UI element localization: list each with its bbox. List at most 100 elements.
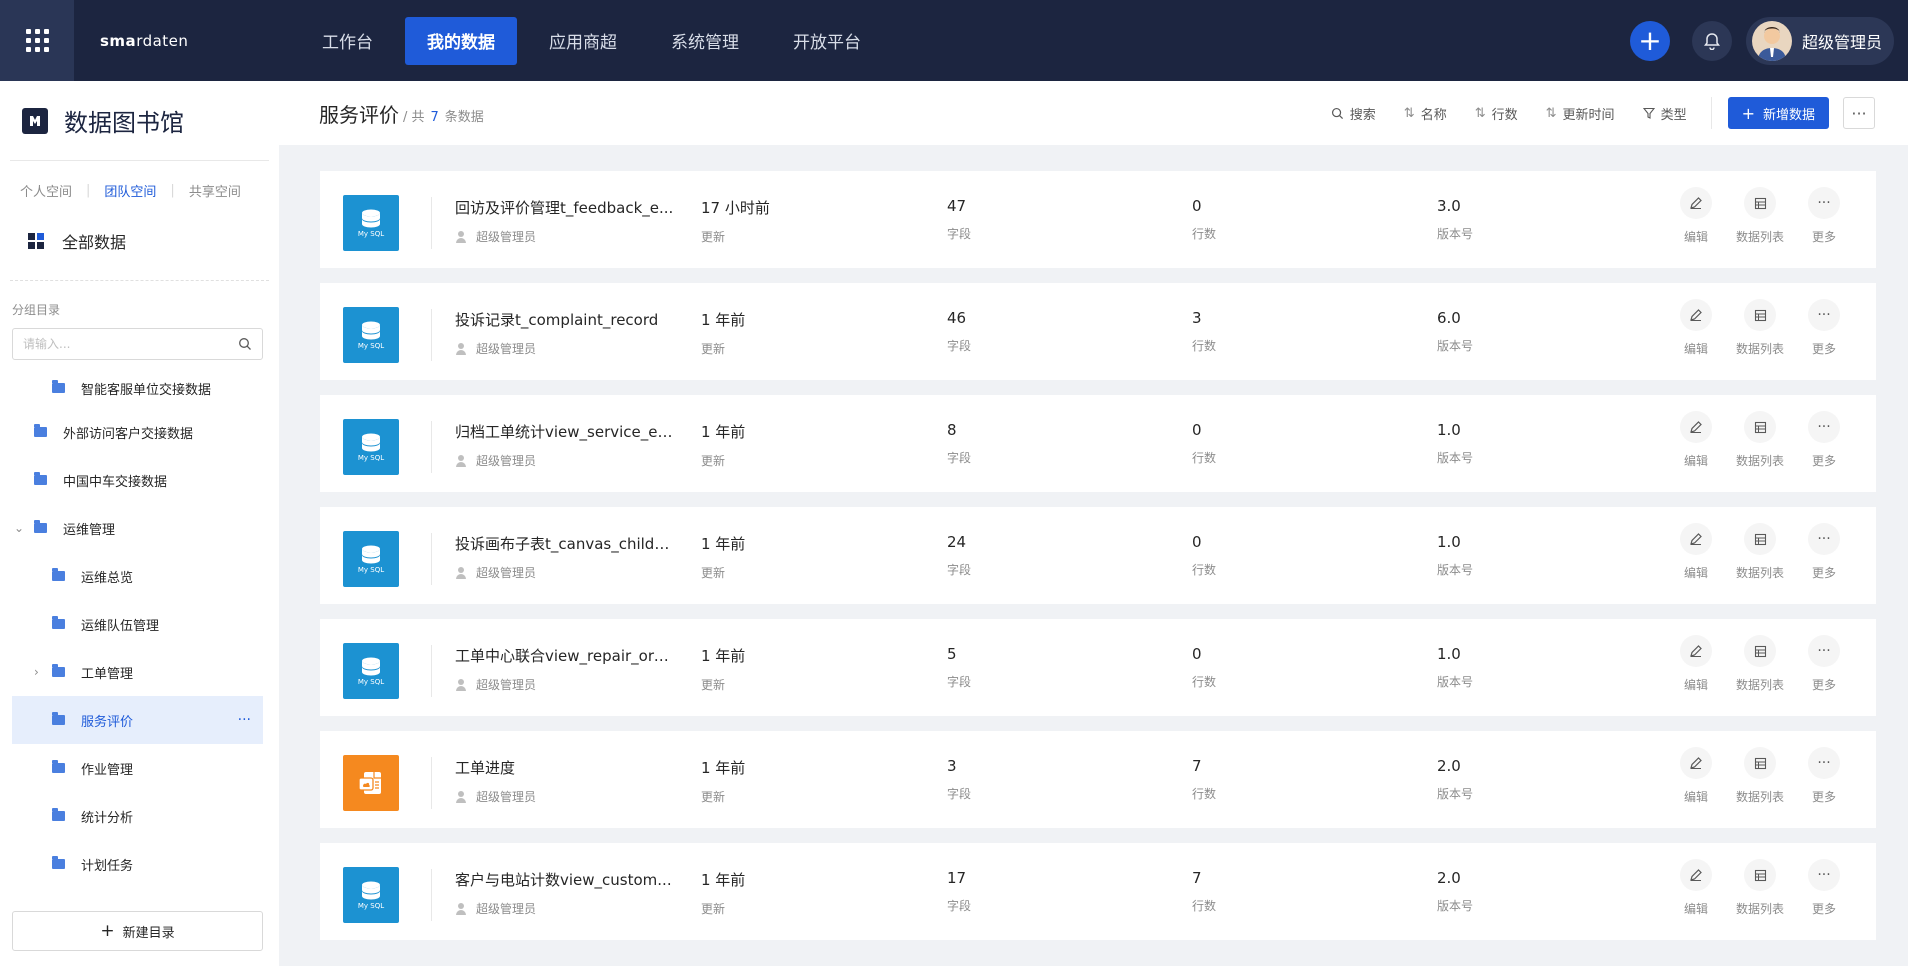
- svg-text:My SQL: My SQL: [358, 454, 384, 462]
- record-count: / 共 7 条数据: [403, 109, 484, 125]
- new-directory-button[interactable]: + 新建目录: [12, 911, 263, 951]
- svg-text:My SQL: My SQL: [358, 230, 384, 238]
- list-item[interactable]: My SQL 投诉记录t_complaint_record 超级管理员 1 年前…: [320, 283, 1876, 380]
- tree-item[interactable]: 运维队伍管理: [12, 600, 263, 648]
- edit-button[interactable]: 编辑: [1664, 523, 1728, 581]
- record-owner: 超级管理员: [476, 230, 537, 244]
- nav-item-app-store[interactable]: 应用商超: [527, 17, 639, 65]
- nav-item-system-admin[interactable]: 系统管理: [649, 17, 761, 65]
- more-dots-icon[interactable]: ···: [238, 712, 251, 728]
- mysql-database-icon[interactable]: My SQL: [343, 195, 399, 251]
- edit-button[interactable]: 编辑: [1664, 299, 1728, 357]
- more-button[interactable]: ··· 更多: [1792, 523, 1856, 581]
- sort-name-button[interactable]: ⇅ 名称: [1404, 104, 1447, 123]
- more-button[interactable]: ··· 更多: [1792, 411, 1856, 469]
- fields-cell: 8 字段: [947, 421, 971, 466]
- updated-cell: 1 年前 更新: [701, 645, 745, 693]
- fields-cell: 24 字段: [947, 533, 971, 578]
- mysql-database-icon[interactable]: My SQL: [343, 419, 399, 475]
- divider: [431, 421, 432, 473]
- mysql-database-icon[interactable]: My SQL: [343, 867, 399, 923]
- data-list-button[interactable]: 数据列表: [1728, 635, 1792, 693]
- row-actions: 编辑 数据列表 ··· 更多: [1664, 411, 1856, 469]
- list-item[interactable]: My SQL 回访及评价管理t_feedback_e... 超级管理员 17 小…: [320, 171, 1876, 268]
- tab-shared-space[interactable]: 共享空间: [189, 181, 241, 200]
- list-item[interactable]: My SQL 工单中心联合view_repair_ord... 超级管理员 1 …: [320, 619, 1876, 716]
- chevron-right-icon[interactable]: ›: [34, 665, 50, 679]
- search-button[interactable]: 搜索: [1331, 104, 1376, 123]
- mysql-database-icon[interactable]: My SQL: [343, 643, 399, 699]
- edit-button[interactable]: 编辑: [1664, 635, 1728, 693]
- edit-button[interactable]: 编辑: [1664, 747, 1728, 805]
- nav-item-workbench[interactable]: 工作台: [300, 17, 395, 65]
- list-item[interactable]: My SQL 投诉画布子表t_canvas_child_t... 超级管理员 1…: [320, 507, 1876, 604]
- tree-item[interactable]: 外部访问客户交接数据: [12, 408, 263, 456]
- folder-icon: [52, 664, 65, 677]
- create-plus-icon[interactable]: +: [1629, 20, 1670, 61]
- tree-item[interactable]: 作业管理: [12, 744, 263, 792]
- tree-item[interactable]: 计划任务: [12, 840, 263, 888]
- data-list-button[interactable]: 数据列表: [1728, 523, 1792, 581]
- file-icon[interactable]: [343, 755, 399, 811]
- tree-item[interactable]: ⌄ 运维管理: [12, 504, 263, 552]
- app-grid-icon[interactable]: [0, 0, 74, 81]
- list-item[interactable]: My SQL 归档工单统计view_service_ev... 超级管理员 1 …: [320, 395, 1876, 492]
- data-list-button[interactable]: 数据列表: [1728, 299, 1792, 357]
- add-data-button[interactable]: + 新增数据: [1727, 97, 1829, 129]
- more-button[interactable]: ··· 更多: [1792, 187, 1856, 245]
- data-list-button[interactable]: 数据列表: [1728, 187, 1792, 245]
- edit-button[interactable]: 编辑: [1664, 859, 1728, 917]
- sort-updated-button[interactable]: ⇅ 更新时间: [1546, 104, 1615, 123]
- data-list-label: 数据列表: [1735, 342, 1784, 356]
- rows-value: 7: [1192, 869, 1202, 887]
- fields-value: 17: [947, 869, 967, 887]
- search-icon[interactable]: [238, 337, 252, 351]
- record-name[interactable]: 回访及评价管理t_feedback_e...: [455, 197, 675, 218]
- tree-item[interactable]: 统计分析: [12, 792, 263, 840]
- mysql-database-icon[interactable]: My SQL: [343, 307, 399, 363]
- user-menu[interactable]: 超级管理员: [1745, 16, 1894, 65]
- tab-team-space[interactable]: 团队空间: [104, 181, 156, 200]
- record-name[interactable]: 工单进度: [455, 757, 675, 778]
- edit-button[interactable]: 编辑: [1664, 187, 1728, 245]
- list-item[interactable]: My SQL 客户与电站计数view_custom... 超级管理员 1 年前 …: [320, 843, 1876, 940]
- new-directory-label: 新建目录: [122, 925, 175, 941]
- version-value: 2.0: [1437, 757, 1461, 775]
- data-list-button[interactable]: 数据列表: [1728, 859, 1792, 917]
- more-button[interactable]: ··· 更多: [1792, 859, 1856, 917]
- bell-icon[interactable]: [1691, 20, 1732, 61]
- record-name[interactable]: 工单中心联合view_repair_ord...: [455, 645, 675, 666]
- all-data-item[interactable]: 全部数据: [0, 200, 279, 258]
- brand-logo[interactable]: smardaten: [100, 32, 290, 50]
- tree-item[interactable]: › 工单管理: [12, 648, 263, 696]
- tree-item[interactable]: 智能客服单位交接数据: [12, 368, 263, 408]
- mysql-database-icon[interactable]: My SQL: [343, 531, 399, 587]
- filter-type-button[interactable]: 类型: [1642, 104, 1687, 123]
- sort-rows-button[interactable]: ⇅ 行数: [1475, 104, 1518, 123]
- nav-item-open-platform[interactable]: 开放平台: [771, 17, 883, 65]
- record-name[interactable]: 客户与电站计数view_custom...: [455, 869, 675, 890]
- tab-personal-space[interactable]: 个人空间: [20, 181, 72, 200]
- tree-item[interactable]: 运维总览: [12, 552, 263, 600]
- more-button[interactable]: ··· 更多: [1792, 747, 1856, 805]
- fields-cell: 47 字段: [947, 197, 971, 242]
- more-options-button[interactable]: ···: [1843, 97, 1875, 129]
- record-name[interactable]: 投诉画布子表t_canvas_child_t...: [455, 533, 675, 554]
- tree-item-label: 作业管理: [81, 762, 134, 778]
- data-list-button[interactable]: 数据列表: [1728, 747, 1792, 805]
- group-label: 分组目录: [12, 303, 61, 317]
- directory-search-input[interactable]: [23, 337, 238, 351]
- nav-item-my-data[interactable]: 我的数据: [405, 16, 517, 65]
- chevron-down-icon[interactable]: ⌄: [14, 521, 30, 535]
- tree-item-active[interactable]: 服务评价 ···: [12, 696, 263, 744]
- edit-button[interactable]: 编辑: [1664, 411, 1728, 469]
- record-name[interactable]: 投诉记录t_complaint_record: [455, 309, 675, 330]
- record-owner: 超级管理员: [476, 790, 537, 804]
- more-button[interactable]: ··· 更多: [1792, 635, 1856, 693]
- more-button[interactable]: ··· 更多: [1792, 299, 1856, 357]
- record-name[interactable]: 归档工单统计view_service_ev...: [455, 421, 675, 442]
- updated-cell: 1 年前 更新: [701, 309, 745, 357]
- list-item[interactable]: 工单进度 超级管理员 1 年前 更新 3 字段 7 行数 2.0 版本号 编辑 …: [320, 731, 1876, 828]
- tree-item[interactable]: 中国中车交接数据: [12, 456, 263, 504]
- data-list-button[interactable]: 数据列表: [1728, 411, 1792, 469]
